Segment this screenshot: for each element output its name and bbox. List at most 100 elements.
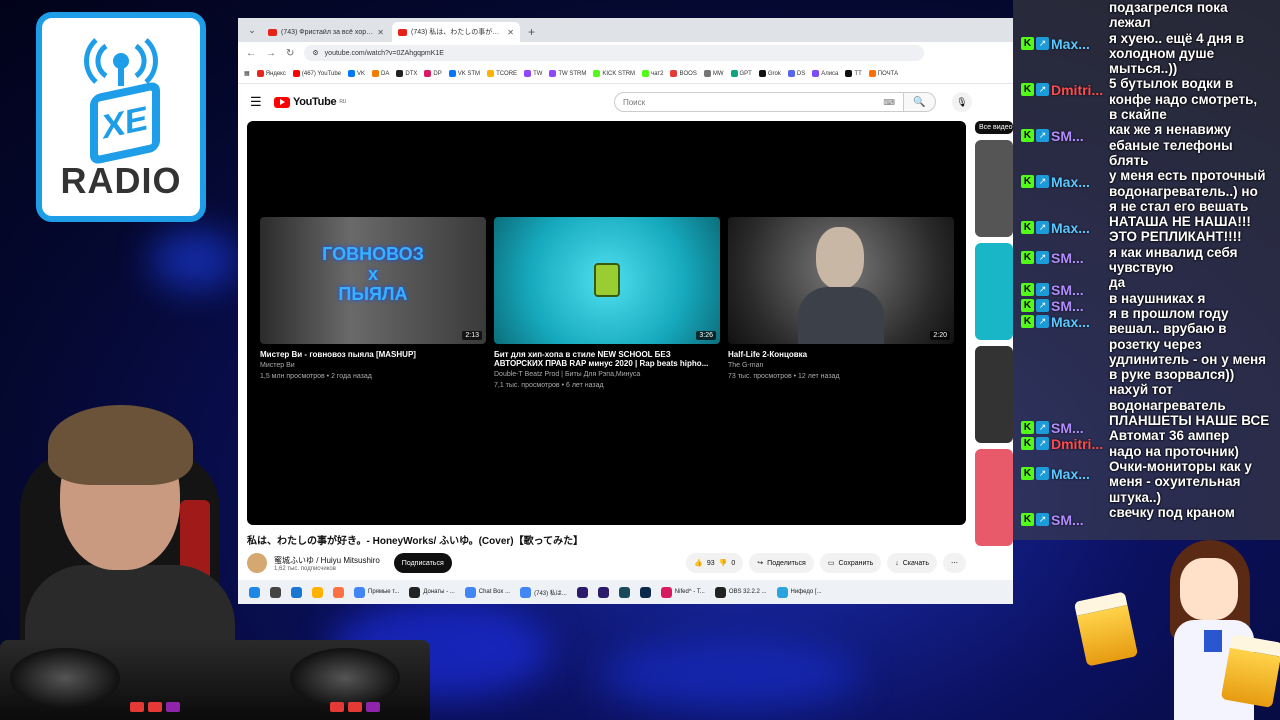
beer-mug-icon — [1220, 633, 1280, 709]
taskbar-item[interactable]: (743) 私は... — [517, 583, 570, 601]
like-dislike-button[interactable]: 👍 93 👎 0 — [686, 553, 744, 573]
subscribe-button[interactable]: Подписаться — [393, 553, 452, 573]
chat-username[interactable]: Max... — [1051, 312, 1109, 330]
apps-grid-icon[interactable]: ▦ — [244, 70, 250, 77]
end-card-title[interactable]: Half-Life 2-Концовка — [728, 350, 954, 359]
youtube-logo[interactable]: YouTube RU — [274, 96, 346, 108]
bookmark-item[interactable]: GPT — [730, 70, 752, 77]
chat-username[interactable]: Max... — [1051, 464, 1109, 482]
chat-username[interactable]: Max... — [1051, 218, 1109, 236]
video-thumbnail[interactable]: 2:20 — [728, 217, 954, 344]
windows-start-icon[interactable] — [246, 583, 263, 601]
tool-badge-icon: ↗ — [1036, 128, 1049, 142]
chat-username[interactable]: Dmitri... — [1051, 80, 1109, 98]
bookmark-item[interactable]: DTX — [396, 70, 417, 77]
bookmark-item[interactable]: Алиса — [812, 70, 838, 77]
search-input[interactable]: Поиск ⌨ — [613, 92, 904, 112]
bookmark-item[interactable]: DA — [372, 70, 389, 77]
video-player[interactable]: ГОВНОВОЗ x ПЫЯЛА 2:13 Мистер Ви - говнов… — [247, 121, 966, 525]
bookmark-favicon-icon — [812, 70, 820, 77]
premiere-icon[interactable] — [574, 583, 591, 601]
taskbar-app-icon[interactable] — [267, 583, 284, 601]
bookmark-item[interactable]: чат2 — [642, 70, 663, 77]
bookmark-item[interactable]: TT — [845, 70, 862, 77]
chat-username[interactable]: Dmitri... — [1051, 434, 1109, 452]
close-icon[interactable]: ✕ — [377, 28, 384, 37]
microphone-icon[interactable]: 🎙 — [951, 92, 972, 112]
end-card-video[interactable]: ГОВНОВОЗ x ПЫЯЛА 2:13 Мистер Ви - говнов… — [260, 217, 486, 381]
taskbar-item[interactable]: Прямые т... — [351, 583, 402, 601]
bookmark-item[interactable]: TCORE — [487, 70, 517, 77]
chat-message-line: в руке взорвался)) — [1109, 367, 1235, 383]
bookmark-item[interactable]: (467) YouTube — [292, 70, 341, 77]
thumbs-down-icon[interactable]: 👎 — [719, 559, 728, 567]
chat-message-line: ПЛАНШЕТЫ НАШЕ ВСЕ — [1109, 413, 1270, 429]
bookmark-item[interactable]: TW — [524, 70, 542, 77]
taskbar-item[interactable]: OBS 32.2.2 ... — [712, 583, 770, 601]
site-info-icon[interactable]: ⚙ — [312, 49, 318, 57]
related-thumbnail[interactable] — [975, 449, 1013, 546]
end-card-channel: The G-man — [728, 362, 764, 370]
url-field[interactable]: ⚙ youtube.com/watch?v=0ZAhgqpmK1E — [304, 45, 925, 61]
bookmark-item[interactable]: Grok — [758, 70, 781, 77]
taskbar-app-icon[interactable] — [309, 583, 326, 601]
chat-username[interactable]: SM... — [1051, 510, 1109, 528]
bookmark-item[interactable]: BOOS — [670, 70, 697, 77]
back-icon[interactable]: ← — [246, 48, 256, 59]
audition-icon[interactable] — [616, 583, 633, 601]
youtube-favicon-icon — [398, 28, 407, 36]
channel-name[interactable]: 蜜城ふいゆ / Huiyu Mitsushiro — [274, 555, 380, 566]
video-thumbnail[interactable]: 3:26 — [494, 217, 720, 344]
bookmark-item[interactable]: MW — [703, 70, 724, 77]
share-button[interactable]: ↪ Поделиться — [749, 553, 814, 573]
browser-tab-2[interactable]: (743) 私は、わたしの事が好き。- H ✕ — [392, 22, 520, 42]
bookmark-item[interactable]: DP — [424, 70, 442, 77]
chat-username[interactable]: SM... — [1051, 248, 1109, 266]
bookmark-item[interactable]: VK STM — [448, 70, 480, 77]
close-icon[interactable]: ✕ — [507, 28, 514, 37]
end-card-video[interactable]: 3:26 Бит для хип-хопа в стиле NEW SCHOOL… — [494, 217, 720, 391]
end-card-video[interactable]: 2:20 Half-Life 2-Концовка The G-man 73 т… — [728, 217, 954, 381]
related-thumbnail[interactable] — [975, 346, 1013, 443]
more-icon[interactable]: ⋯ — [943, 553, 966, 573]
menu-icon[interactable]: ☰ — [250, 94, 274, 110]
download-button[interactable]: ↓ Скачать — [887, 553, 937, 573]
kick-badge-icon: K — [1021, 36, 1034, 50]
chat-message-line: я не стал его вешать — [1109, 198, 1249, 214]
taskbar-item[interactable]: Донаты - ... — [406, 583, 457, 601]
forward-icon[interactable]: → — [266, 48, 276, 59]
premiere-icon[interactable] — [595, 583, 612, 601]
firefox-icon[interactable] — [330, 583, 347, 601]
taskbar-item[interactable]: Chat Box ... — [462, 583, 513, 601]
chat-username[interactable]: Max... — [1051, 172, 1109, 190]
new-tab-icon[interactable]: + — [528, 25, 535, 39]
photoshop-icon[interactable] — [637, 583, 654, 601]
keyboard-icon[interactable]: ⌨ — [883, 98, 895, 107]
search-icon[interactable]: 🔍 — [903, 92, 936, 112]
avatar[interactable] — [247, 553, 267, 573]
reload-icon[interactable]: ↻ — [286, 48, 294, 59]
tab-search-icon[interactable]: ⌄ — [244, 22, 260, 38]
video-thumbnail[interactable]: ГОВНОВОЗ x ПЫЯЛА 2:13 — [260, 217, 486, 344]
tool-badge-icon: ↗ — [1036, 436, 1049, 450]
bookmark-item[interactable]: TW STRM — [549, 70, 586, 77]
taskbar-item[interactable]: Nifed^ - T... — [658, 583, 708, 601]
bookmark-favicon-icon — [524, 70, 532, 77]
related-thumbnail[interactable] — [975, 243, 1013, 340]
bookmark-item[interactable]: KICK STRM — [593, 70, 635, 77]
end-card-title[interactable]: Мистер Ви - говновоз пыяла [MASHUP] — [260, 350, 486, 359]
taskbar-item[interactable]: Нифедо [... — [774, 583, 825, 601]
taskbar-app-icon[interactable] — [288, 583, 305, 601]
related-thumbnail[interactable] — [975, 140, 1013, 237]
chat-username[interactable]: SM... — [1051, 126, 1109, 144]
youtube-play-icon — [274, 96, 290, 108]
bookmark-item[interactable]: ПОЧТА — [868, 70, 898, 77]
end-card-title[interactable]: Бит для хип-хопа в стиле NEW SCHOOL БЕЗ … — [494, 350, 720, 368]
chat-username[interactable]: Max... — [1051, 34, 1109, 52]
bookmark-item[interactable]: VK — [348, 70, 365, 77]
bookmark-item[interactable]: Яндекс — [256, 70, 286, 77]
save-button[interactable]: ▭ Сохранить — [819, 553, 882, 573]
bookmark-item[interactable]: DS — [787, 70, 805, 77]
browser-tab-1[interactable]: (743) Фристайл за всё хороше ✕ — [262, 22, 390, 42]
filter-chip-all[interactable]: Все видео — [975, 121, 1013, 134]
